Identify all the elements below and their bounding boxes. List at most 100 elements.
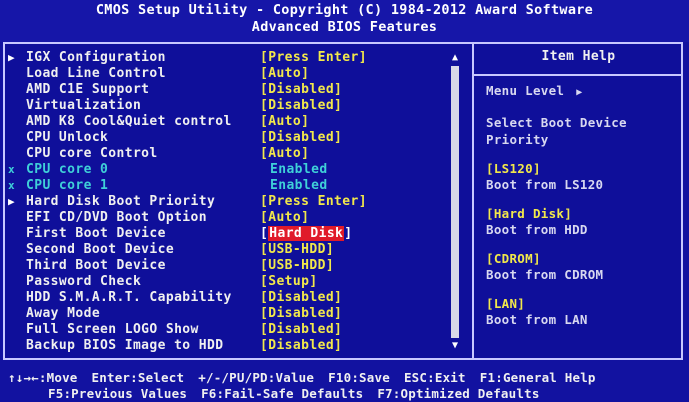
panel-divider — [472, 42, 474, 360]
setting-label: Full Screen LOGO Show — [26, 322, 199, 337]
setting-label: CPU Unlock — [26, 130, 109, 145]
key-hint: F7:Optimized Defaults — [377, 386, 540, 401]
setting-row[interactable]: Full Screen LOGO Show [Disabled] — [8, 322, 448, 338]
setting-row[interactable]: Backup BIOS Image to HDD [Disabled] — [8, 338, 448, 354]
setting-row[interactable]: CPU Unlock [Disabled] — [8, 130, 448, 146]
key-hint: ↑↓→←:Move — [8, 370, 78, 385]
setting-label: AMD K8 Cool&Quiet control — [26, 114, 232, 129]
key-hint: Enter:Select — [91, 370, 185, 385]
setting-label: AMD C1E Support — [26, 82, 150, 97]
selected-value-highlight[interactable]: Hard Disk — [268, 226, 345, 241]
setting-label: Third Boot Device — [26, 258, 166, 273]
key-hint: F5:Previous Values — [48, 386, 188, 401]
setting-value[interactable]: [USB-HDD] — [260, 258, 334, 274]
help-option-text: Boot from HDD — [486, 222, 588, 237]
scroll-down-arrow-icon[interactable]: ▼ — [449, 340, 461, 352]
setting-row[interactable]: EFI CD/DVD Boot Option [Auto] — [8, 210, 448, 226]
setting-label: Password Check — [26, 274, 142, 289]
menu-level-arrow-icon: ▶ — [576, 87, 583, 98]
setting-label: HDD S.M.A.R.T. Capability — [26, 290, 232, 305]
setting-row[interactable]: Virtualization [Disabled] — [8, 98, 448, 114]
title-bar: CMOS Setup Utility - Copyright (C) 1984-… — [0, 0, 689, 42]
key-legend-line-2: F5:Previous Values F6:Fail-Safe Defaults F… — [48, 385, 554, 402]
setting-row[interactable]: AMD C1E Support [Disabled] — [8, 82, 448, 98]
help-option-text: Boot from CDROM — [486, 267, 604, 282]
setting-label: Hard Disk Boot Priority — [26, 194, 216, 209]
setting-value[interactable]: [Hard Disk] — [260, 226, 353, 242]
setting-value[interactable]: [Auto] — [260, 146, 309, 162]
setting-value[interactable]: [Disabled] — [260, 322, 342, 338]
setting-label: CPU core 1 — [26, 178, 109, 193]
setting-label: Away Mode — [26, 306, 101, 321]
setting-value[interactable]: [USB-HDD] — [260, 242, 334, 258]
setting-label: IGX Configuration — [26, 50, 166, 65]
help-description-line: Priority — [486, 132, 549, 147]
help-description: Select Boot Device Priority — [486, 114, 681, 148]
scroll-track[interactable] — [451, 66, 459, 338]
help-option-key: [Hard Disk] — [486, 206, 573, 221]
setting-row[interactable]: Third Boot Device [USB-HDD] — [8, 258, 448, 274]
help-option: [LS120] Boot from LS120 — [486, 161, 681, 193]
setting-label: CPU core Control — [26, 146, 158, 161]
help-option-text: Boot from LS120 — [486, 177, 604, 192]
help-option: [Hard Disk] Boot from HDD — [486, 206, 681, 238]
setting-label: Load Line Control — [26, 66, 166, 81]
key-hint: ESC:Exit — [403, 370, 466, 385]
setting-value[interactable]: [Auto] — [260, 114, 309, 130]
key-legend-line-1: ↑↓→←:Move Enter:Select +/-/PU/PD:Value F10:… — [8, 369, 610, 386]
disabled-mark-icon: x — [8, 179, 15, 192]
disabled-mark-icon: x — [8, 163, 15, 176]
setting-row[interactable]: HDD S.M.A.R.T. Capability [Disabled] — [8, 290, 448, 306]
submenu-arrow-icon: ▶ — [8, 51, 15, 64]
setting-row[interactable]: First Boot Device [Hard Disk] — [8, 226, 448, 242]
setting-label: Virtualization — [26, 98, 142, 113]
setting-label: EFI CD/DVD Boot Option — [26, 210, 207, 225]
setting-value[interactable]: [Disabled] — [260, 306, 342, 322]
setting-value[interactable]: [Auto] — [260, 210, 309, 226]
key-hint: +/-/PU/PD:Value — [198, 370, 315, 385]
setting-label: Backup BIOS Image to HDD — [26, 338, 224, 353]
setting-row[interactable]: ▶ Hard Disk Boot Priority [Press Enter] — [8, 194, 448, 210]
setting-row[interactable]: CPU core Control [Auto] — [8, 146, 448, 162]
help-option-text: Boot from LAN — [486, 312, 588, 327]
help-options: [LS120] Boot from LS120 [Hard Disk] Boot fr… — [486, 161, 681, 328]
setting-row[interactable]: Second Boot Device [USB-HDD] — [8, 242, 448, 258]
setting-value: Enabled — [270, 178, 328, 193]
setting-value[interactable]: [Setup] — [260, 274, 318, 290]
help-option: [CDROM] Boot from CDROM — [486, 251, 681, 283]
help-option-key: [CDROM] — [486, 251, 541, 266]
setting-value[interactable]: [Disabled] — [260, 130, 342, 146]
setting-value[interactable]: [Press Enter] — [260, 194, 367, 210]
setting-value[interactable]: [Disabled] — [260, 82, 342, 98]
help-option-key: [LAN] — [486, 296, 526, 311]
scrollbar[interactable]: ▲ ▼ — [449, 52, 461, 352]
setting-value[interactable]: [Disabled] — [260, 290, 342, 306]
key-hint: F6:Fail-Safe Defaults — [201, 386, 364, 401]
setting-value[interactable]: [Auto] — [260, 66, 309, 82]
app-title: CMOS Setup Utility - Copyright (C) 1984-… — [95, 2, 594, 18]
setting-row: x CPU core 0 Enabled — [8, 162, 448, 178]
setting-row[interactable]: AMD K8 Cool&Quiet control [Auto] — [8, 114, 448, 130]
setting-value[interactable]: [Disabled] — [260, 338, 342, 354]
setting-row[interactable]: Load Line Control [Auto] — [8, 66, 448, 82]
scroll-up-arrow-icon[interactable]: ▲ — [449, 52, 461, 64]
help-title-separator — [474, 74, 681, 76]
item-help-panel: Menu Level ▶ Select Boot Device Priority … — [486, 82, 681, 328]
key-legend: ↑↓→←:Move Enter:Select +/-/PU/PD:Value F10:… — [0, 362, 689, 402]
submenu-arrow-icon: ▶ — [8, 195, 15, 208]
key-hint: F1:General Help — [479, 370, 596, 385]
setting-value[interactable]: [Press Enter] — [260, 50, 367, 66]
page-title: Advanced BIOS Features — [251, 19, 438, 35]
help-option-key: [LS120] — [486, 161, 541, 176]
setting-row[interactable]: Away Mode [Disabled] — [8, 306, 448, 322]
setting-value[interactable]: [Disabled] — [260, 98, 342, 114]
help-description-line: Select Boot Device — [486, 115, 627, 130]
help-option: [LAN] Boot from LAN — [486, 296, 681, 328]
menu-level-label: Menu Level — [486, 83, 565, 98]
setting-row[interactable]: Password Check [Setup] — [8, 274, 448, 290]
setting-row[interactable]: ▶ IGX Configuration [Press Enter] — [8, 50, 448, 66]
key-hint: F10:Save — [328, 370, 390, 385]
setting-label: CPU core 0 — [26, 162, 109, 177]
menu-level: Menu Level ▶ — [486, 82, 681, 100]
help-panel-title: Item Help — [541, 49, 616, 64]
